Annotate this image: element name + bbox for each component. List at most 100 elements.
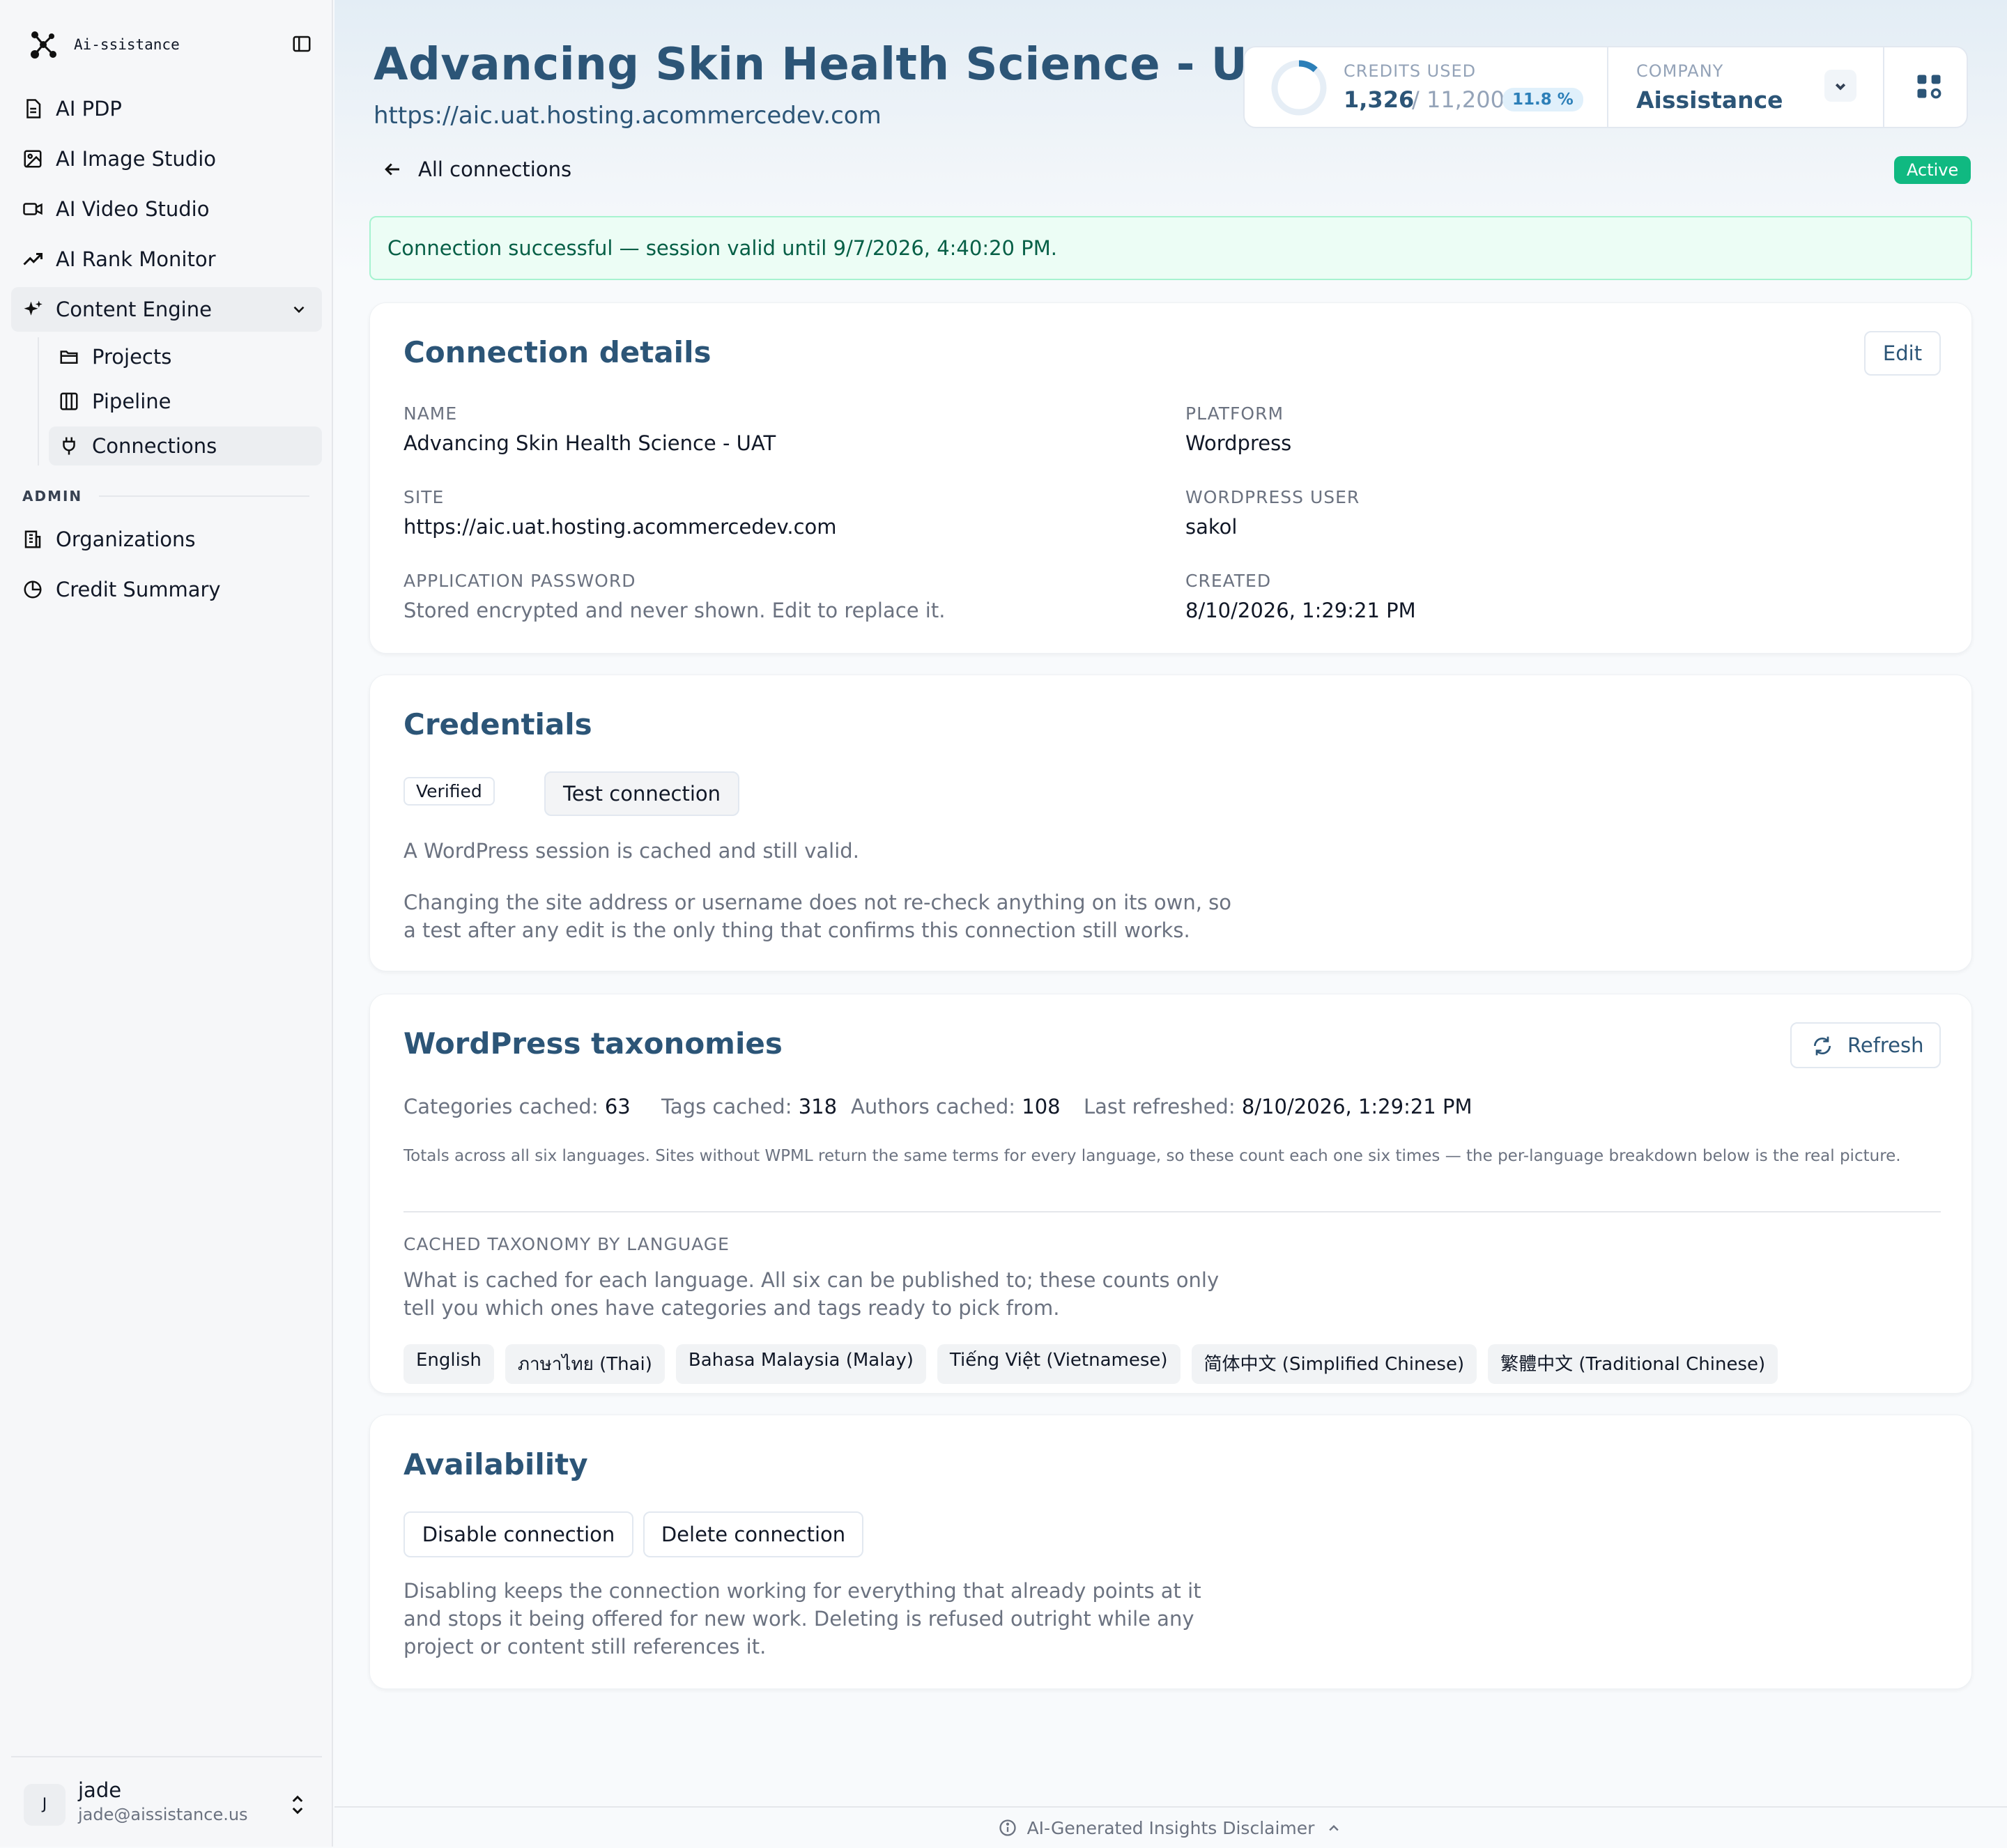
platform-value: Wordpress (1185, 431, 1292, 455)
totals-note: Totals across all six languages. Sites w… (403, 1147, 1901, 1165)
site-url: https://aic.uat.hosting.acommercedev.com (374, 102, 882, 130)
test-connection-button[interactable]: Test connection (544, 771, 739, 816)
sidebar-item-projects[interactable]: Projects (49, 337, 322, 376)
section-title: Credentials (403, 707, 592, 741)
platform-label: PLATFORM (1185, 403, 1284, 424)
language-chip: ภาษาไทย (Thai) (505, 1344, 665, 1384)
sidebar-item-label: AI Rank Monitor (56, 247, 216, 271)
sidebar-item-label: AI Video Studio (56, 197, 210, 221)
pie-chart-icon (24, 580, 42, 599)
document-icon (26, 99, 41, 118)
language-chip: Tiếng Việt (Vietnamese) (937, 1344, 1181, 1384)
sidebar-item-ai-video-studio[interactable]: AI Video Studio (11, 187, 322, 231)
sidebar-item-ai-rank-monitor[interactable]: AI Rank Monitor (11, 237, 322, 282)
wordpress-taxonomies-card: WordPress taxonomies Refresh Categories … (369, 994, 1972, 1394)
sidebar: Ai-ssistance AI PDP AI Image Studio AI V… (0, 0, 333, 1847)
trending-up-icon (23, 253, 43, 265)
delete-connection-button[interactable]: Delete connection (643, 1511, 863, 1557)
stat-label: Authors cached: (851, 1095, 1016, 1118)
company-dropdown-button[interactable] (1824, 70, 1856, 102)
credits-label: CREDITS USED (1344, 61, 1477, 81)
building-icon (24, 530, 41, 548)
sparkles-icon (24, 300, 43, 316)
session-status-text: A WordPress session is cached and still … (403, 839, 859, 863)
application-password-label: APPLICATION PASSWORD (403, 571, 636, 591)
sidebar-item-credit-summary[interactable]: Credit Summary (11, 567, 322, 612)
chevrons-up-down-icon (292, 1795, 303, 1815)
company-name: Aissistance (1636, 86, 1783, 114)
credits-percent-badge: 11.8 % (1502, 88, 1583, 111)
stat-label: Categories cached: (403, 1095, 599, 1118)
sidebar-item-pipeline[interactable]: Pipeline (49, 382, 322, 421)
verified-badge: Verified (403, 777, 495, 806)
divider (403, 1211, 1941, 1212)
section-title: Connection details (403, 335, 712, 369)
sidebar-item-label: Credit Summary (56, 578, 221, 601)
by-language-label: CACHED TAXONOMY BY LANGUAGE (403, 1234, 730, 1254)
site-value: https://aic.uat.hosting.acommercedev.com (403, 515, 837, 539)
stat-value: 108 (1022, 1095, 1061, 1118)
brand[interactable]: Ai-ssistance (25, 25, 180, 64)
logo-icon (31, 31, 56, 59)
user-menu[interactable]: J jade jade@aissistance.us (11, 1756, 322, 1840)
authors-cached-stat: Authors cached: 108 (851, 1095, 1061, 1118)
back-link-label: All connections (418, 157, 572, 181)
disclaimer-footer[interactable]: AI-Generated Insights Disclaimer (334, 1806, 2007, 1848)
created-value: 8/10/2026, 1:29:21 PM (1185, 599, 1416, 622)
sidebar-item-content-engine[interactable]: Content Engine (11, 287, 322, 332)
stat-label: Tags cached: (661, 1095, 792, 1118)
stat-label: Last refreshed: (1084, 1095, 1236, 1118)
sidebar-item-label: Pipeline (92, 390, 171, 413)
user-name: jade (78, 1778, 122, 1802)
refresh-icon (1814, 1036, 1831, 1056)
content-engine-subnav: Projects Pipeline Connections (38, 337, 322, 465)
company-label: COMPANY (1636, 61, 1724, 81)
chevron-down-icon (1835, 83, 1846, 91)
sidebar-item-label: Content Engine (56, 298, 212, 321)
success-alert: Connection successful — session valid un… (369, 216, 1972, 280)
folder-icon (60, 351, 78, 364)
video-icon (23, 203, 43, 215)
edit-button[interactable]: Edit (1864, 331, 1941, 376)
connection-details-card: Connection details Edit NAME Advancing S… (369, 302, 1972, 654)
columns-icon (60, 392, 78, 410)
sidebar-item-ai-image-studio[interactable]: AI Image Studio (11, 137, 322, 181)
arrow-left-icon (385, 163, 399, 176)
app-name: Ai-ssistance (74, 36, 180, 53)
sidebar-item-organizations[interactable]: Organizations (11, 517, 322, 562)
categories-cached-stat: Categories cached: 63 (403, 1095, 631, 1118)
apps-grid-icon[interactable] (1914, 71, 1944, 102)
language-chip: 简体中文 (Simplified Chinese) (1191, 1344, 1477, 1384)
sidebar-item-label: Connections (92, 434, 217, 458)
admin-section-header: ADMIN (22, 488, 322, 505)
sidebar-item-ai-pdp[interactable]: AI PDP (11, 86, 322, 131)
language-chip: 繁體中文 (Traditional Chinese) (1488, 1344, 1778, 1384)
credits-total: / 11,200 (1412, 86, 1505, 113)
page-title: Advancing Skin Health Science - UAT (374, 39, 1309, 91)
application-password-value: Stored encrypted and never shown. Edit t… (403, 599, 946, 622)
back-to-connections-link[interactable]: All connections (382, 157, 571, 181)
chevron-down-icon (293, 306, 305, 314)
credentials-help-text: Changing the site address or username do… (403, 891, 1231, 942)
sidebar-toggle-icon[interactable] (291, 33, 312, 54)
credentials-card: Credentials Verified Test connection A W… (369, 675, 1972, 971)
sidebar-item-label: Projects (92, 345, 172, 369)
wordpress-user-value: sakol (1185, 515, 1238, 539)
language-chip: Bahasa Malaysia (Malay) (675, 1344, 926, 1384)
created-label: CREATED (1185, 571, 1272, 591)
refresh-button[interactable]: Refresh (1790, 1022, 1941, 1068)
refresh-label: Refresh (1847, 1033, 1924, 1057)
disclaimer-label: AI-Generated Insights Disclaimer (1026, 1817, 1315, 1838)
image-icon (24, 150, 42, 168)
chevron-up-icon (1329, 1825, 1339, 1831)
wordpress-user-label: WORDPRESS USER (1185, 487, 1360, 507)
disable-connection-button[interactable]: Disable connection (403, 1511, 633, 1557)
divider (1607, 47, 1608, 127)
tags-cached-stat: Tags cached: 318 (661, 1095, 837, 1118)
by-language-text: What is cached for each language. All si… (403, 1268, 1220, 1320)
sidebar-item-connections[interactable]: Connections (49, 426, 322, 465)
availability-card: Availability Disable connection Delete c… (369, 1415, 1972, 1689)
availability-help-text: Disabling keeps the connection working f… (403, 1579, 1201, 1658)
sidebar-item-label: AI Image Studio (56, 147, 217, 171)
section-title: Availability (403, 1447, 588, 1481)
